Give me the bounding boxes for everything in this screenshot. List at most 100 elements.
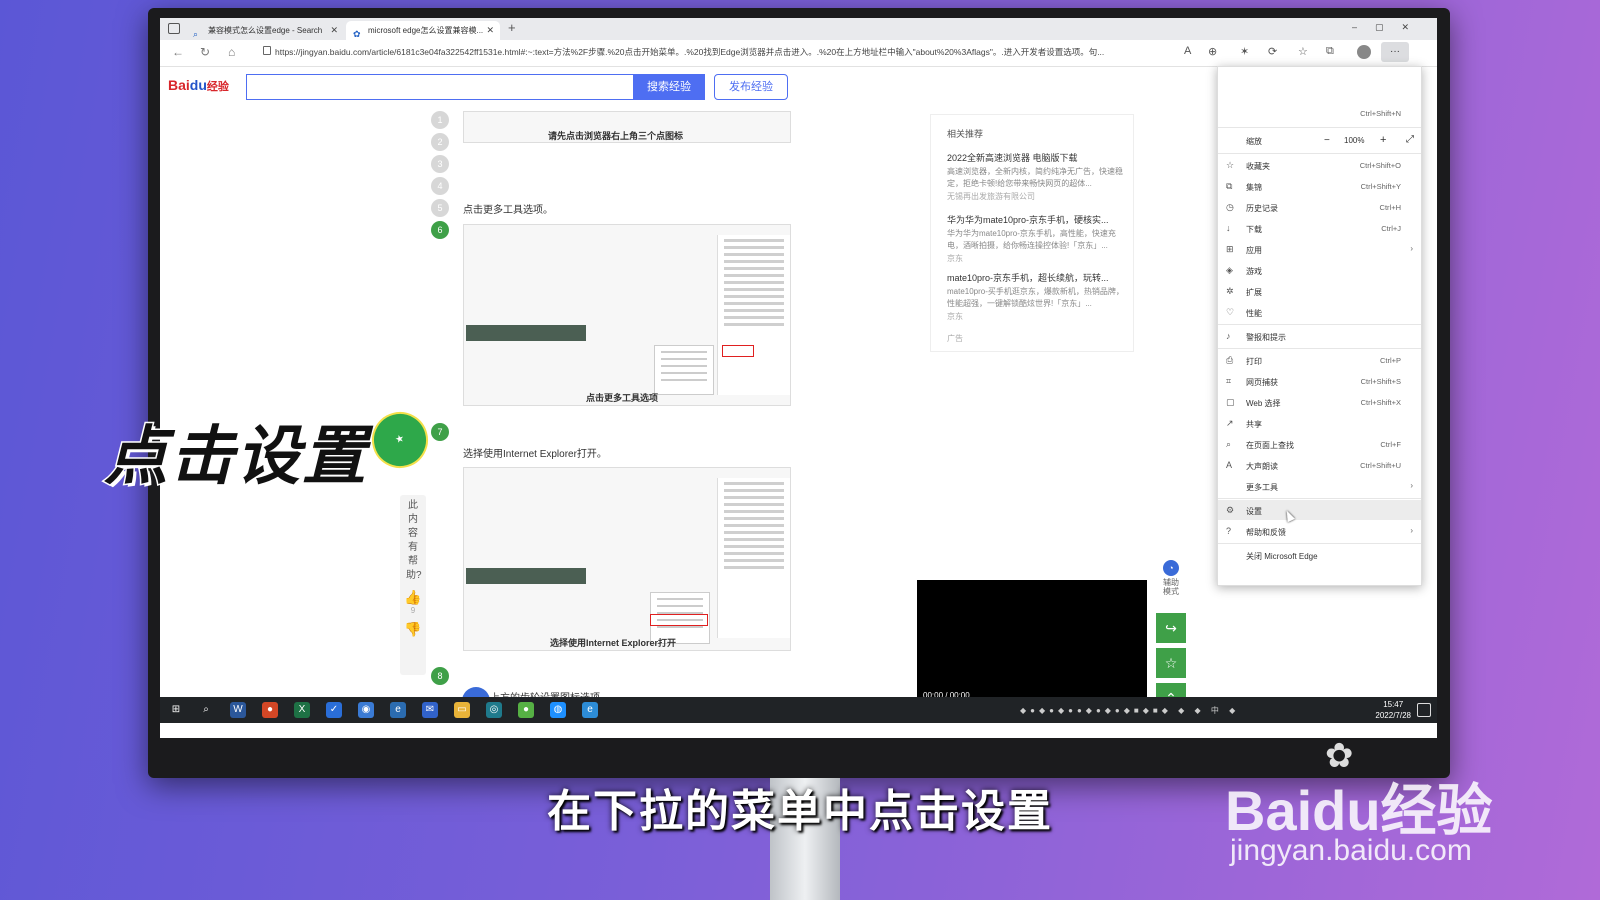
menu-divider (1218, 324, 1421, 325)
app-icon[interactable]: ◎ (486, 702, 502, 718)
related-item[interactable]: mate10pro-京东手机，超长续航，玩转... mate10pro-买手机逛… (947, 271, 1125, 322)
share-icon: ↗ (1226, 418, 1234, 428)
zoom-in-button[interactable]: + (1380, 134, 1386, 146)
word-icon[interactable]: W (230, 702, 246, 718)
menu-item-more-tools[interactable]: 更多工具 › (1218, 476, 1421, 496)
step-dot[interactable]: 1 (431, 111, 449, 129)
menu-item-collections[interactable]: ⧉ 集锦 Ctrl+Shift+Y (1218, 176, 1421, 196)
app-icon[interactable]: ● (518, 702, 534, 718)
menu-item-find[interactable]: ⌕ 在页面上查找 Ctrl+F (1218, 434, 1421, 454)
menu-label: 历史记录 (1246, 204, 1278, 213)
publish-button[interactable]: 发布经验 (714, 74, 788, 100)
menu-item-alerts[interactable]: ♪ 警报和提示 (1218, 326, 1421, 346)
tab-search[interactable]: ⌕ 兼容模式怎么设置edge - Search ✕ (186, 21, 344, 40)
screenshot-banner (466, 325, 586, 341)
video-player[interactable]: 00:00 / 00:00 (917, 580, 1147, 708)
step-dot[interactable]: 5 (431, 199, 449, 217)
app-icon[interactable]: ✓ (326, 702, 342, 718)
menu-item-web-select[interactable]: ▢ Web 选择 Ctrl+Shift+X (1218, 392, 1421, 412)
menu-item-web-capture[interactable]: ⌗ 网页捕获 Ctrl+Shift+S (1218, 371, 1421, 391)
menu-item-performance[interactable]: ♡ 性能 (1218, 302, 1421, 322)
bell-icon: ♪ (1226, 331, 1231, 341)
screenshot-banner (466, 568, 586, 584)
screenshot-caption: 请先点击浏览器右上角三个点图标 (548, 131, 684, 141)
refresh-icon[interactable]: ⟳ (1268, 45, 1277, 58)
menu-item-history[interactable]: ◷ 历史记录 Ctrl+H (1218, 197, 1421, 217)
menu-shortcut: Ctrl+Shift+X (1360, 398, 1401, 407)
related-item[interactable]: 华为华为mate10pro-京东手机，硬核实... 华为华为mate10pro-… (947, 213, 1125, 264)
step-7-screenshot[interactable]: 选择使用Internet Explorer打开 (463, 467, 791, 651)
menu-item-share[interactable]: ↗ 共享 (1218, 413, 1421, 433)
clock[interactable]: 15:47 2022/7/28 (1375, 699, 1411, 721)
related-panel: 相关推荐 2022全新高速浏览器 电脑版下载 高速浏览器，全新内核，简约纯净无广… (930, 114, 1134, 352)
menu-label: 性能 (1246, 309, 1262, 318)
close-icon[interactable]: ✕ (486, 21, 494, 40)
menu-item-apps[interactable]: ⊞ 应用 › (1218, 239, 1421, 259)
new-tab-button[interactable]: + (508, 20, 516, 35)
chat-icon[interactable]: ◍ (550, 702, 566, 718)
read-aloud-icon[interactable]: A (1184, 45, 1191, 57)
step-dot[interactable]: 6 (431, 221, 449, 239)
tab-actions-icon[interactable] (168, 23, 180, 34)
menu-item-help[interactable]: ? 帮助和反馈 › (1218, 521, 1421, 541)
related-item[interactable]: 2022全新高速浏览器 电脑版下载 高速浏览器，全新内核，简约纯净无广告，快速稳… (947, 151, 1125, 202)
menu-item-settings[interactable]: ⚙ 设置 (1218, 500, 1421, 520)
zoom-out-button[interactable]: − (1324, 135, 1330, 146)
collections-icon[interactable]: ⧉ (1326, 45, 1334, 58)
menu-item-read-aloud[interactable]: A 大声朗读 Ctrl+Shift+U (1218, 455, 1421, 475)
menu-shortcut: Ctrl+J (1381, 224, 1401, 233)
close-icon[interactable]: ✕ (330, 21, 338, 40)
edge-icon[interactable]: e (582, 702, 598, 718)
step-dot[interactable]: 3 (431, 155, 449, 173)
menu-item-extensions[interactable]: ✲ 扩展 (1218, 281, 1421, 301)
highlight-box (722, 345, 754, 357)
refresh-icon[interactable]: ↻ (200, 45, 210, 59)
menu-item-downloads[interactable]: ↓ 下载 Ctrl+J (1218, 218, 1421, 238)
browser-icon[interactable]: ◉ (358, 702, 374, 718)
baidu-logo[interactable]: Baidu经验 (168, 77, 229, 94)
assist-mode-button[interactable]: ◔ 辅助模式 (1156, 555, 1186, 605)
notification-icon[interactable] (1417, 703, 1431, 717)
system-tray[interactable]: ◆●◆●◆●●◆●◆●◆■◆■◆ ◆ ◆ 中 ◆ (1020, 705, 1239, 716)
excel-icon[interactable]: X (294, 702, 310, 718)
fullscreen-icon[interactable]: ⤢ (1406, 134, 1414, 145)
related-item-title: 2022全新高速浏览器 电脑版下载 (947, 153, 1078, 163)
chevron-right-icon: › (1410, 481, 1413, 490)
url-field[interactable]: https://jingyan.baidu.com/article/6181c3… (275, 46, 1175, 58)
menu-item-favorites[interactable]: ☆ 收藏夹 Ctrl+Shift+O (1218, 155, 1421, 175)
app-icon[interactable]: ⊕ (1208, 45, 1217, 58)
step-dot[interactable]: 8 (431, 667, 449, 685)
back-icon[interactable]: ← (172, 45, 184, 59)
menu-label: 关闭 Microsoft Edge (1246, 552, 1318, 561)
search-icon[interactable]: ⌕ (198, 702, 214, 718)
search-button[interactable]: 搜索经验 (633, 74, 705, 100)
edge-icon[interactable]: e (390, 702, 406, 718)
step-dot[interactable]: 4 (431, 177, 449, 195)
related-item-desc: mate10pro-买手机逛京东，爆款新机，热销品牌，性能超强，一键解锁酷炫世界… (947, 287, 1124, 308)
step-dot[interactable]: 7 (431, 423, 449, 441)
share-icon[interactable]: ↪ (1156, 613, 1186, 643)
app-icon[interactable]: ● (262, 702, 278, 718)
menu-item-games[interactable]: ◈ 游戏 (1218, 260, 1421, 280)
logo-text: Bai (168, 77, 190, 93)
menu-item-new-inprivate[interactable]: Ctrl+Shift+N (1218, 103, 1421, 123)
profile-avatar[interactable] (1357, 45, 1371, 59)
zoom-row: 缩放 − 100% + ⤢ (1218, 129, 1421, 151)
mail-icon[interactable]: ✉ (422, 702, 438, 718)
search-input[interactable] (246, 74, 633, 100)
step-6-screenshot[interactable]: 点击更多工具选项 (463, 224, 791, 406)
windows-start-icon[interactable]: ⊞ (168, 702, 184, 718)
window-controls[interactable]: –▢✕ (1352, 22, 1427, 33)
settings-and-more-button[interactable]: ··· (1381, 42, 1409, 62)
tab-article[interactable]: ✿ microsoft edge怎么设置兼容模... ✕ (346, 21, 500, 40)
thumbs-up-icon[interactable]: 👍 (400, 589, 426, 606)
step-dot[interactable]: 2 (431, 133, 449, 151)
star-icon[interactable]: ☆ (1156, 648, 1186, 678)
menu-item-close-edge[interactable]: 关闭 Microsoft Edge (1218, 545, 1421, 565)
home-icon[interactable]: ⌂ (228, 45, 235, 59)
thumbs-down-icon[interactable]: 👎 (400, 621, 426, 638)
folder-icon[interactable]: ▭ (454, 702, 470, 718)
menu-item-print[interactable]: ⎙ 打印 Ctrl+P (1218, 350, 1421, 370)
extension-icon[interactable]: ✶ (1240, 45, 1249, 58)
favorites-icon[interactable]: ☆ (1298, 45, 1308, 58)
